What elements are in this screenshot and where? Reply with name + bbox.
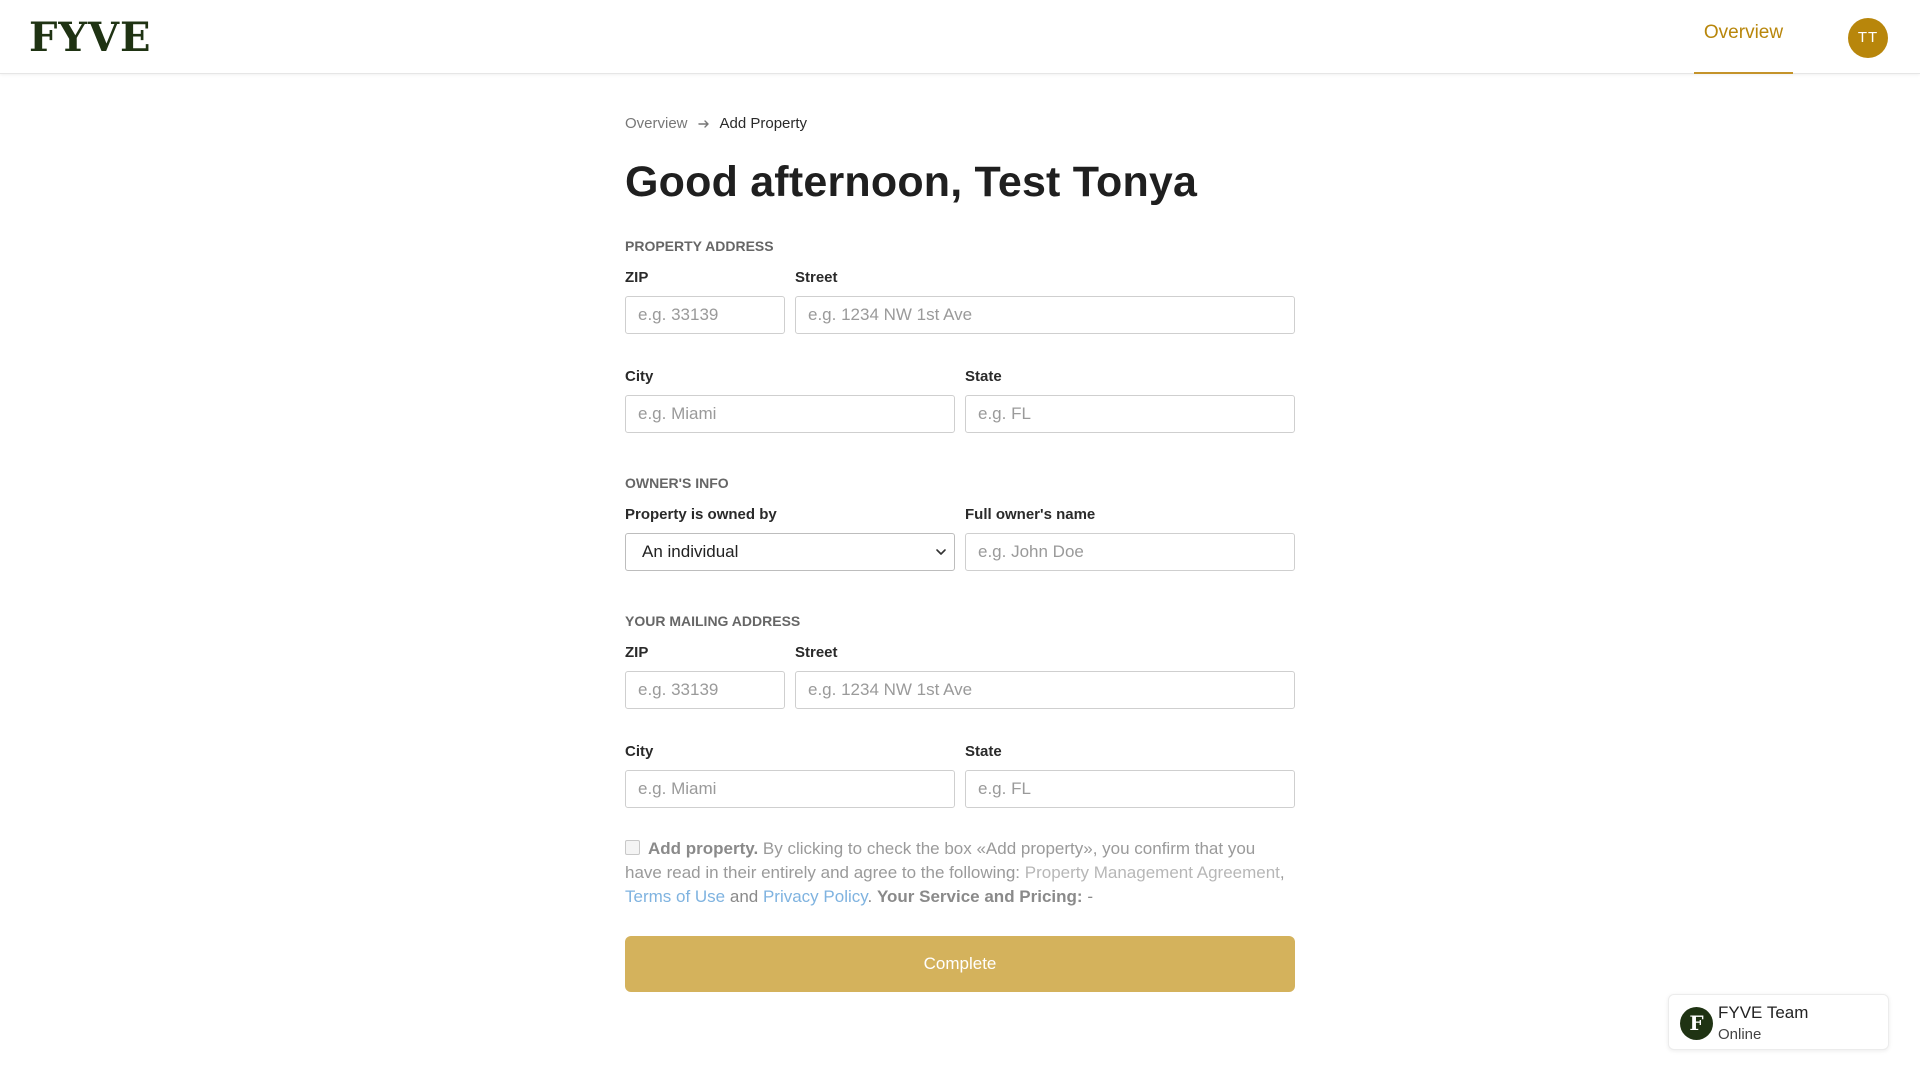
- page-title: Good afternoon, Test Tonya: [625, 158, 1198, 206]
- complete-button[interactable]: Complete: [625, 936, 1295, 992]
- fyve-logo[interactable]: FYVE: [29, 14, 151, 62]
- mailing-state-input[interactable]: [965, 770, 1295, 808]
- chat-avatar: F: [1680, 1007, 1713, 1040]
- pma-link[interactable]: Property Management Agreement: [1025, 863, 1280, 882]
- consent-text: Add property. By clicking to check the b…: [625, 837, 1295, 909]
- mailing-city-input[interactable]: [625, 770, 955, 808]
- breadcrumb: Overview Add Property: [625, 115, 807, 132]
- arrow-right-icon: [697, 119, 709, 128]
- chat-team-name: FYVE Team: [1718, 1003, 1809, 1022]
- property-street-input[interactable]: [795, 296, 1295, 334]
- mailing-zip-input[interactable]: [625, 671, 785, 709]
- user-avatar[interactable]: TT: [1848, 18, 1888, 58]
- mailing-street-label: Street: [795, 644, 838, 661]
- add-property-checkbox[interactable]: [625, 840, 640, 855]
- owned-by-select[interactable]: An individual: [625, 533, 955, 571]
- property-city-label: City: [625, 368, 654, 385]
- mailing-zip-label: ZIP: [625, 644, 649, 661]
- owned-by-selected-value: An individual: [642, 542, 739, 561]
- property-state-input[interactable]: [965, 395, 1295, 433]
- chevron-down-icon: [936, 549, 946, 555]
- pricing-value: -: [1082, 887, 1093, 906]
- chat-status: Online: [1718, 1026, 1762, 1043]
- mailing-state-label: State: [965, 743, 1002, 760]
- property-street-label: Street: [795, 269, 838, 286]
- owned-by-label: Property is owned by: [625, 506, 777, 523]
- consent-period: .: [867, 887, 877, 906]
- property-zip-input[interactable]: [625, 296, 785, 334]
- section-owners-info: OWNER'S INFO: [625, 475, 729, 491]
- section-mailing-address: YOUR MAILING ADDRESS: [625, 613, 801, 629]
- property-city-input[interactable]: [625, 395, 955, 433]
- terms-of-use-link[interactable]: Terms of Use: [625, 887, 725, 906]
- chat-widget[interactable]: F FYVE Team Online: [1668, 994, 1889, 1050]
- privacy-policy-link[interactable]: Privacy Policy: [763, 887, 868, 906]
- mailing-street-input[interactable]: [795, 671, 1295, 709]
- breadcrumb-current: Add Property: [719, 115, 808, 132]
- consent-title: Add property.: [648, 839, 759, 858]
- owner-name-input[interactable]: [965, 533, 1295, 571]
- section-property-address: PROPERTY ADDRESS: [625, 238, 774, 254]
- pricing-label: Your Service and Pricing:: [876, 887, 1083, 906]
- mailing-city-label: City: [625, 743, 654, 760]
- nav-tab-overview[interactable]: Overview: [1694, 0, 1793, 74]
- consent-comma: ,: [1279, 863, 1285, 882]
- consent-and: and: [725, 887, 763, 906]
- breadcrumb-overview-link[interactable]: Overview: [625, 115, 688, 132]
- top-header: FYVE Overview TT: [0, 0, 1920, 74]
- property-zip-label: ZIP: [625, 269, 649, 286]
- property-state-label: State: [965, 368, 1002, 385]
- nav-tab-overview-label: Overview: [1703, 22, 1784, 43]
- owner-name-label: Full owner's name: [965, 506, 1096, 523]
